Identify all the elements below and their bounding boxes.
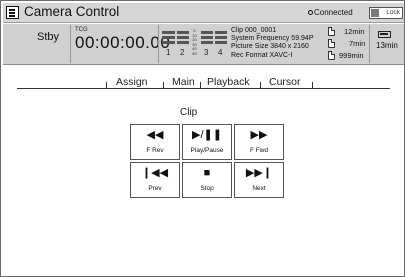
stop-label: Stop xyxy=(200,185,214,192)
media-slot-b-time: 7min xyxy=(349,39,366,48)
f-rev-button[interactable]: ◀◀ F Rev xyxy=(130,124,180,160)
audio-meter-bar xyxy=(177,36,189,39)
tab-bar-baseline xyxy=(17,88,390,89)
tab-playback[interactable]: Playback xyxy=(207,76,250,88)
audio-meter-bar xyxy=(215,36,227,39)
connection-status: Connected xyxy=(308,8,353,17)
stop-icon: ■ xyxy=(203,167,211,179)
tab-divider xyxy=(106,82,107,88)
audio-channel-label: 1 xyxy=(166,48,171,57)
prev-label: Prev xyxy=(148,185,162,192)
rewind-icon: ◀◀ xyxy=(146,129,164,141)
audio-meter-bar xyxy=(201,36,213,39)
lock-toggle[interactable]: Lock xyxy=(369,7,403,19)
media-slot-c-time: 999min xyxy=(339,51,364,60)
rec-format: Rec Format XAVC-I xyxy=(231,51,293,59)
audio-channel-label: 4 xyxy=(218,48,223,57)
previous-icon: ❙◀◀ xyxy=(141,167,169,179)
camera-control-window: Camera Control Connected Lock Stby TCG 0… xyxy=(0,0,405,277)
status-panel: Stby TCG 00:00:00.00 0 10 20 30 40 50 1 … xyxy=(3,24,404,65)
play-pause-button[interactable]: ▶/❚❚ Play/Pause xyxy=(182,124,232,160)
title-bar: Camera Control Connected Lock xyxy=(3,3,404,23)
clip-info: Clip 000_0001 System Frequency 59.94P Pi… xyxy=(231,27,314,60)
tab-divider xyxy=(260,82,261,88)
audio-meter-scale: 0 10 20 30 40 50 xyxy=(192,28,197,56)
clip-section-title: Clip xyxy=(180,107,198,118)
timecode-display: 00:00:00.00 xyxy=(75,33,171,52)
media-slot-a-icon xyxy=(328,27,335,36)
lock-label: Lock xyxy=(386,9,400,16)
next-label: Next xyxy=(252,185,266,192)
tab-main[interactable]: Main xyxy=(172,76,195,88)
media-slot-b-icon xyxy=(328,39,335,48)
audio-meter-bar xyxy=(162,36,175,39)
battery-icon xyxy=(378,31,391,38)
audio-meter-bar xyxy=(177,41,189,44)
system-frequency: System Frequency 59.94P xyxy=(231,35,314,43)
play-pause-icon: ▶/❚❚ xyxy=(192,129,222,141)
tab-assign[interactable]: Assign xyxy=(116,76,148,88)
audio-meter-bar xyxy=(162,41,175,44)
battery-time: 13min xyxy=(376,41,398,50)
audio-level-meter: 0 10 20 30 40 50 1 2 3 4 xyxy=(162,28,227,57)
audio-meter-bar xyxy=(177,31,189,34)
audio-channel-label: 3 xyxy=(204,48,209,57)
lock-toggle-knob xyxy=(371,9,379,17)
media-slot-c-icon xyxy=(328,51,335,60)
audio-meter-bar xyxy=(201,31,213,34)
prev-button[interactable]: ❙◀◀ Prev xyxy=(130,162,180,198)
divider xyxy=(158,25,159,63)
audio-meter-bar xyxy=(215,31,227,34)
stop-button[interactable]: ■ Stop xyxy=(182,162,232,198)
tab-divider xyxy=(200,82,201,88)
tab-divider xyxy=(312,82,313,88)
connection-dot-icon xyxy=(308,10,313,15)
divider xyxy=(369,25,370,63)
connection-status-label: Connected xyxy=(314,8,353,17)
app-title: Camera Control xyxy=(24,4,120,19)
audio-meter-bar xyxy=(215,41,227,44)
f-rev-label: F Rev xyxy=(146,147,164,154)
picture-size: Picture Size 3840 x 2160 xyxy=(231,43,309,51)
tab-cursor[interactable]: Cursor xyxy=(269,76,301,88)
tab-divider xyxy=(163,82,164,88)
recording-mode: Stby xyxy=(37,31,60,43)
audio-meter-bar xyxy=(162,31,175,34)
clip-name: Clip 000_0001 xyxy=(231,27,277,34)
divider xyxy=(70,25,71,63)
audio-channel-label: 2 xyxy=(180,48,185,57)
f-fwd-button[interactable]: ▶▶ F Fwd xyxy=(234,124,284,160)
audio-meter-bar xyxy=(201,41,213,44)
play-pause-label: Play/Pause xyxy=(190,147,224,154)
fast-forward-icon: ▶▶ xyxy=(250,129,268,141)
f-fwd-label: F Fwd xyxy=(249,147,269,154)
next-icon: ▶▶❙ xyxy=(245,167,273,179)
menu-icon[interactable] xyxy=(6,6,19,19)
media-slot-a-time: 12min xyxy=(344,27,365,36)
next-button[interactable]: ▶▶❙ Next xyxy=(234,162,284,198)
